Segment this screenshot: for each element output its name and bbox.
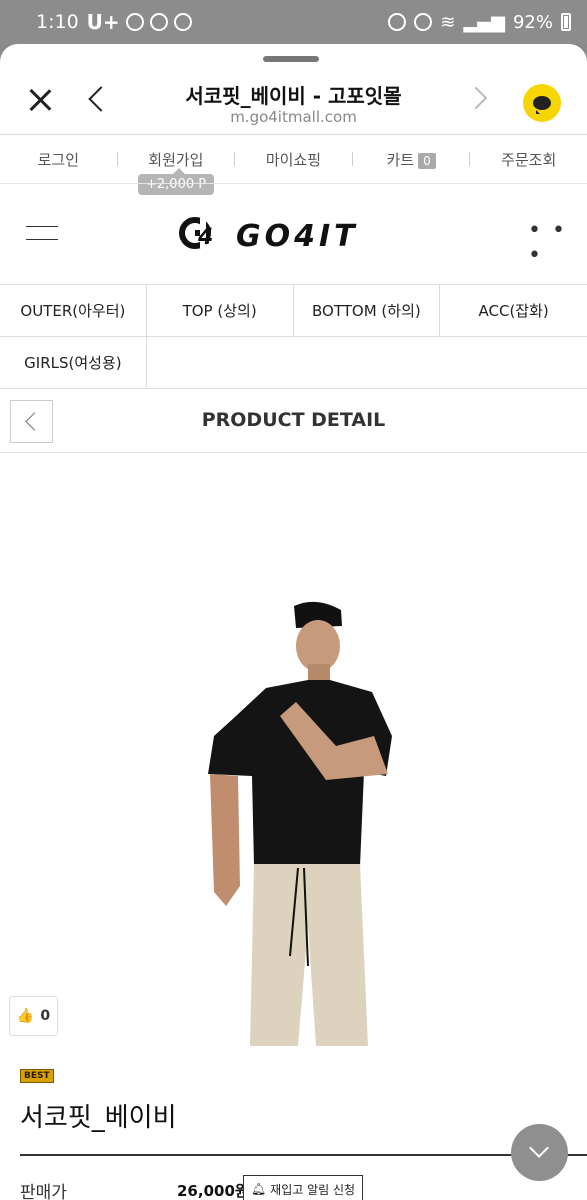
product-photo[interactable]	[196, 596, 406, 1046]
scroll-down-button[interactable]	[511, 1124, 568, 1181]
hamburger-menu-icon[interactable]	[26, 226, 58, 240]
price-label: 판매가	[20, 1183, 67, 1200]
status-left-icons: U+	[87, 10, 192, 34]
category-empty-cell	[147, 337, 587, 388]
page-title: 서코핏_베이비 - 고포잇몰	[185, 84, 402, 108]
site-header: 4 GO4IT • • •	[0, 184, 587, 284]
add-circle-icon	[388, 13, 407, 31]
product-detail-header: PRODUCT DETAIL	[0, 389, 587, 453]
category-bottom[interactable]: BOTTOM (하의)	[294, 285, 441, 336]
kakao-chat-icon[interactable]	[523, 84, 561, 122]
svg-text:4: 4	[197, 225, 216, 250]
drag-handle[interactable]	[263, 56, 319, 62]
best-badge: BEST	[20, 1069, 54, 1083]
thumbs-up-icon: 👍	[16, 1008, 35, 1024]
status-right-icons: ≋ ▂▄▆ 92%	[388, 12, 571, 33]
battery-icon	[561, 13, 571, 31]
bell-icon: 🔔︎	[250, 1182, 267, 1196]
orders-link[interactable]: 주문조회	[470, 149, 587, 170]
top-links: 로그인 회원가입 마이쇼핑 카트 0 주문조회	[0, 135, 587, 183]
wifi-icon: ≋	[440, 11, 456, 33]
category-outer[interactable]: OUTER(아우터)	[0, 285, 147, 336]
category-grid: OUTER(아우터) TOP (상의) BOTTOM (하의) ACC(잡화) …	[0, 284, 587, 389]
category-acc[interactable]: ACC(잡화)	[440, 285, 587, 336]
like-button[interactable]: 👍 0	[9, 996, 58, 1036]
mypage-link[interactable]: 마이쇼핑	[235, 149, 352, 170]
in-app-browser-bar: 서코핏_베이비 - 고포잇몰 m.go4itmall.com	[0, 72, 587, 134]
signal-icon: ▂▄▆	[463, 11, 505, 33]
carrier-label: U+	[86, 10, 120, 34]
divider	[20, 1154, 587, 1156]
alarm-notification-icon-2	[173, 13, 192, 31]
restock-alert-button[interactable]: 🔔︎ 재입고 알림 신청	[243, 1175, 363, 1200]
like-count: 0	[40, 1008, 51, 1024]
alarm-icon	[414, 13, 433, 31]
site-logo[interactable]: 4 GO4IT	[178, 216, 408, 259]
alarm-notification-icon	[149, 13, 168, 31]
category-top[interactable]: TOP (상의)	[147, 285, 294, 336]
product-name: 서코핏_베이비	[20, 1103, 177, 1133]
battery-percent: 92%	[512, 11, 553, 33]
signup-link[interactable]: 회원가입	[118, 149, 235, 170]
product-detail-title: PRODUCT DETAIL	[201, 409, 386, 431]
cart-link[interactable]: 카트 0	[353, 149, 470, 170]
login-link[interactable]: 로그인	[0, 149, 117, 170]
svg-text:GO4IT: GO4IT	[236, 219, 359, 250]
cart-count-badge: 0	[418, 152, 436, 169]
talk-notification-icon	[125, 13, 144, 31]
cart-label: 카트	[386, 150, 415, 169]
page-url: m.go4itmall.com	[230, 108, 357, 126]
status-time: 1:10	[36, 11, 79, 33]
more-dots-icon[interactable]: • • •	[528, 218, 587, 268]
browser-sheet: 서코핏_베이비 - 고포잇몰 m.go4itmall.com 로그인 회원가입 …	[0, 44, 587, 1200]
status-bar: 1:10 U+ ≋ ▂▄▆ 92%	[0, 0, 587, 44]
price-value: 26,000원	[177, 1182, 249, 1200]
restock-label: 재입고 알림 신청	[270, 1182, 356, 1197]
category-girls[interactable]: GIRLS(여성용)	[0, 337, 147, 388]
go4it-logo: 4 GO4IT	[179, 217, 359, 254]
